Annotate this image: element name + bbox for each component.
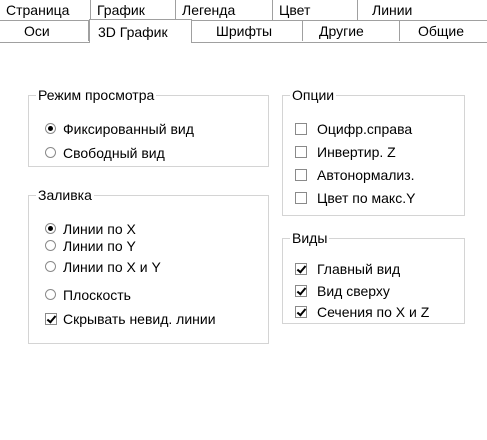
lines-y-label: Линии по Y <box>63 238 136 254</box>
view-mode-group: Режим просмотра Фиксированный вид Свобод… <box>28 87 269 167</box>
tab-panel-border <box>192 42 487 43</box>
top-view-label: Вид сверху <box>317 283 390 299</box>
color-by-max-y-label: Цвет по макс.Y <box>317 190 416 206</box>
fill-group: Заливка Линии по X Линии по Y Линии по X… <box>28 187 269 344</box>
lines-xy-label: Линии по X и Y <box>63 259 161 275</box>
radio-icon <box>45 223 56 234</box>
tab-color[interactable]: Цвет <box>273 0 358 20</box>
sections-xz-label: Сечения по X и Z <box>317 304 430 320</box>
digits-right-label: Оцифр.справа <box>317 121 413 137</box>
radio-icon <box>45 289 56 300</box>
tab-fonts[interactable]: Шрифты <box>192 21 303 41</box>
checkbox-icon <box>45 313 57 325</box>
autonormalize-label: Автонормализ. <box>317 167 415 183</box>
checkbox-icon <box>295 192 307 204</box>
checkbox-icon <box>295 123 307 135</box>
tab-axes[interactable]: Оси <box>0 21 89 41</box>
tab-3d-chart[interactable]: 3D График <box>89 19 192 43</box>
radio-icon <box>45 240 56 251</box>
radio-icon <box>45 261 56 272</box>
tab-row-divider <box>0 20 487 21</box>
tab-legend[interactable]: Легенда <box>176 0 273 20</box>
plane-label: Плоскость <box>63 287 131 303</box>
checkbox-icon <box>295 263 307 275</box>
checkbox-icon <box>295 306 307 318</box>
tab-lines[interactable]: Линии <box>358 0 487 20</box>
tab-chart[interactable]: График <box>91 0 176 20</box>
hide-lines-label: Скрывать невид. линии <box>63 311 216 327</box>
radio-icon <box>45 123 56 134</box>
invert-z-label: Инвертир. Z <box>317 144 396 160</box>
checkbox-icon <box>295 146 307 158</box>
options-title: Опции <box>290 87 337 103</box>
tab-page[interactable]: Страница <box>0 0 91 20</box>
checkbox-icon <box>295 169 307 181</box>
fixed-view-label: Фиксированный вид <box>63 121 194 137</box>
checkbox-icon <box>295 285 307 297</box>
tab-general[interactable]: Общие <box>400 21 487 41</box>
options-group: Опции Оцифр.справа Инвертир. Z Автонорма… <box>282 87 465 216</box>
views-title: Виды <box>290 230 330 246</box>
fill-title: Заливка <box>36 187 94 203</box>
main-view-label: Главный вид <box>317 261 401 277</box>
tab-other[interactable]: Другие <box>303 21 400 41</box>
tab-panel-border <box>0 42 89 43</box>
view-mode-title: Режим просмотра <box>36 87 157 103</box>
views-group: Виды Главный вид Вид сверху Сечения по X… <box>282 230 465 324</box>
radio-icon <box>45 147 56 158</box>
free-view-label: Свободный вид <box>63 145 165 161</box>
lines-x-label: Линии по X <box>63 221 136 237</box>
